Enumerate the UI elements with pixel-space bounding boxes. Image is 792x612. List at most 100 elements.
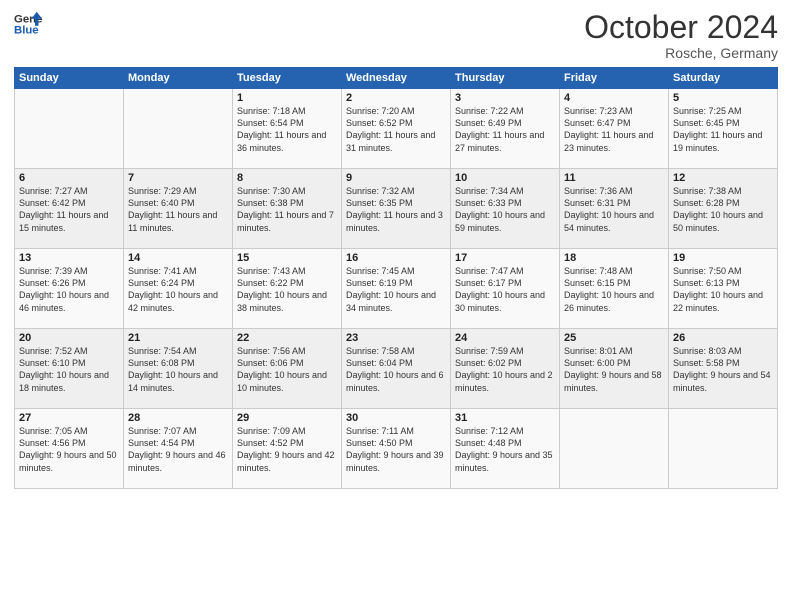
day-cell: 8Sunrise: 7:30 AM Sunset: 6:38 PM Daylig… xyxy=(233,169,342,249)
day-cell: 2Sunrise: 7:20 AM Sunset: 6:52 PM Daylig… xyxy=(342,89,451,169)
day-number: 4 xyxy=(564,92,664,104)
header: General Blue October 2024 Rosche, German… xyxy=(14,10,778,61)
day-cell: 28Sunrise: 7:07 AM Sunset: 4:54 PM Dayli… xyxy=(124,409,233,489)
day-number: 31 xyxy=(455,412,555,424)
day-cell: 9Sunrise: 7:32 AM Sunset: 6:35 PM Daylig… xyxy=(342,169,451,249)
week-row-1: 1Sunrise: 7:18 AM Sunset: 6:54 PM Daylig… xyxy=(15,89,778,169)
month-title: October 2024 xyxy=(584,10,778,45)
day-cell: 19Sunrise: 7:50 AM Sunset: 6:13 PM Dayli… xyxy=(669,249,778,329)
day-info: Sunrise: 7:34 AM Sunset: 6:33 PM Dayligh… xyxy=(455,185,555,234)
day-cell: 25Sunrise: 8:01 AM Sunset: 6:00 PM Dayli… xyxy=(560,329,669,409)
day-cell: 26Sunrise: 8:03 AM Sunset: 5:58 PM Dayli… xyxy=(669,329,778,409)
day-cell: 30Sunrise: 7:11 AM Sunset: 4:50 PM Dayli… xyxy=(342,409,451,489)
logo-icon: General Blue xyxy=(14,10,42,38)
day-number: 25 xyxy=(564,332,664,344)
day-info: Sunrise: 7:23 AM Sunset: 6:47 PM Dayligh… xyxy=(564,105,664,154)
day-info: Sunrise: 7:36 AM Sunset: 6:31 PM Dayligh… xyxy=(564,185,664,234)
day-info: Sunrise: 7:25 AM Sunset: 6:45 PM Dayligh… xyxy=(673,105,773,154)
day-number: 22 xyxy=(237,332,337,344)
day-cell: 24Sunrise: 7:59 AM Sunset: 6:02 PM Dayli… xyxy=(451,329,560,409)
day-cell: 20Sunrise: 7:52 AM Sunset: 6:10 PM Dayli… xyxy=(15,329,124,409)
day-number: 1 xyxy=(237,92,337,104)
day-info: Sunrise: 8:01 AM Sunset: 6:00 PM Dayligh… xyxy=(564,345,664,394)
day-number: 18 xyxy=(564,252,664,264)
day-info: Sunrise: 7:05 AM Sunset: 4:56 PM Dayligh… xyxy=(19,425,119,474)
week-row-2: 6Sunrise: 7:27 AM Sunset: 6:42 PM Daylig… xyxy=(15,169,778,249)
location-subtitle: Rosche, Germany xyxy=(584,45,778,61)
day-cell: 14Sunrise: 7:41 AM Sunset: 6:24 PM Dayli… xyxy=(124,249,233,329)
day-cell xyxy=(124,89,233,169)
day-number: 24 xyxy=(455,332,555,344)
logo: General Blue xyxy=(14,10,42,38)
day-cell: 15Sunrise: 7:43 AM Sunset: 6:22 PM Dayli… xyxy=(233,249,342,329)
day-info: Sunrise: 7:22 AM Sunset: 6:49 PM Dayligh… xyxy=(455,105,555,154)
day-info: Sunrise: 7:09 AM Sunset: 4:52 PM Dayligh… xyxy=(237,425,337,474)
day-cell: 21Sunrise: 7:54 AM Sunset: 6:08 PM Dayli… xyxy=(124,329,233,409)
day-info: Sunrise: 7:52 AM Sunset: 6:10 PM Dayligh… xyxy=(19,345,119,394)
day-info: Sunrise: 7:56 AM Sunset: 6:06 PM Dayligh… xyxy=(237,345,337,394)
day-number: 23 xyxy=(346,332,446,344)
day-number: 26 xyxy=(673,332,773,344)
day-header-thursday: Thursday xyxy=(451,68,560,89)
day-cell xyxy=(560,409,669,489)
day-info: Sunrise: 8:03 AM Sunset: 5:58 PM Dayligh… xyxy=(673,345,773,394)
day-info: Sunrise: 7:18 AM Sunset: 6:54 PM Dayligh… xyxy=(237,105,337,154)
day-cell: 29Sunrise: 7:09 AM Sunset: 4:52 PM Dayli… xyxy=(233,409,342,489)
day-header-wednesday: Wednesday xyxy=(342,68,451,89)
calendar-table: SundayMondayTuesdayWednesdayThursdayFrid… xyxy=(14,67,778,489)
day-cell: 3Sunrise: 7:22 AM Sunset: 6:49 PM Daylig… xyxy=(451,89,560,169)
day-info: Sunrise: 7:43 AM Sunset: 6:22 PM Dayligh… xyxy=(237,265,337,314)
day-cell: 11Sunrise: 7:36 AM Sunset: 6:31 PM Dayli… xyxy=(560,169,669,249)
day-number: 2 xyxy=(346,92,446,104)
day-cell: 27Sunrise: 7:05 AM Sunset: 4:56 PM Dayli… xyxy=(15,409,124,489)
day-info: Sunrise: 7:54 AM Sunset: 6:08 PM Dayligh… xyxy=(128,345,228,394)
day-number: 28 xyxy=(128,412,228,424)
header-row: SundayMondayTuesdayWednesdayThursdayFrid… xyxy=(15,68,778,89)
day-cell: 12Sunrise: 7:38 AM Sunset: 6:28 PM Dayli… xyxy=(669,169,778,249)
day-number: 9 xyxy=(346,172,446,184)
day-cell xyxy=(15,89,124,169)
day-cell: 17Sunrise: 7:47 AM Sunset: 6:17 PM Dayli… xyxy=(451,249,560,329)
day-number: 29 xyxy=(237,412,337,424)
day-header-monday: Monday xyxy=(124,68,233,89)
day-cell: 22Sunrise: 7:56 AM Sunset: 6:06 PM Dayli… xyxy=(233,329,342,409)
day-number: 21 xyxy=(128,332,228,344)
day-info: Sunrise: 7:47 AM Sunset: 6:17 PM Dayligh… xyxy=(455,265,555,314)
day-number: 20 xyxy=(19,332,119,344)
day-number: 15 xyxy=(237,252,337,264)
day-info: Sunrise: 7:41 AM Sunset: 6:24 PM Dayligh… xyxy=(128,265,228,314)
day-cell: 7Sunrise: 7:29 AM Sunset: 6:40 PM Daylig… xyxy=(124,169,233,249)
title-block: October 2024 Rosche, Germany xyxy=(584,10,778,61)
day-info: Sunrise: 7:12 AM Sunset: 4:48 PM Dayligh… xyxy=(455,425,555,474)
day-info: Sunrise: 7:30 AM Sunset: 6:38 PM Dayligh… xyxy=(237,185,337,234)
day-cell: 18Sunrise: 7:48 AM Sunset: 6:15 PM Dayli… xyxy=(560,249,669,329)
day-info: Sunrise: 7:38 AM Sunset: 6:28 PM Dayligh… xyxy=(673,185,773,234)
day-number: 12 xyxy=(673,172,773,184)
week-row-3: 13Sunrise: 7:39 AM Sunset: 6:26 PM Dayli… xyxy=(15,249,778,329)
day-info: Sunrise: 7:11 AM Sunset: 4:50 PM Dayligh… xyxy=(346,425,446,474)
day-cell: 6Sunrise: 7:27 AM Sunset: 6:42 PM Daylig… xyxy=(15,169,124,249)
day-info: Sunrise: 7:59 AM Sunset: 6:02 PM Dayligh… xyxy=(455,345,555,394)
day-info: Sunrise: 7:27 AM Sunset: 6:42 PM Dayligh… xyxy=(19,185,119,234)
page: General Blue October 2024 Rosche, German… xyxy=(0,0,792,612)
day-cell: 13Sunrise: 7:39 AM Sunset: 6:26 PM Dayli… xyxy=(15,249,124,329)
day-cell: 23Sunrise: 7:58 AM Sunset: 6:04 PM Dayli… xyxy=(342,329,451,409)
day-cell xyxy=(669,409,778,489)
day-number: 17 xyxy=(455,252,555,264)
day-info: Sunrise: 7:45 AM Sunset: 6:19 PM Dayligh… xyxy=(346,265,446,314)
day-number: 7 xyxy=(128,172,228,184)
day-info: Sunrise: 7:48 AM Sunset: 6:15 PM Dayligh… xyxy=(564,265,664,314)
day-cell: 1Sunrise: 7:18 AM Sunset: 6:54 PM Daylig… xyxy=(233,89,342,169)
day-cell: 16Sunrise: 7:45 AM Sunset: 6:19 PM Dayli… xyxy=(342,249,451,329)
day-cell: 10Sunrise: 7:34 AM Sunset: 6:33 PM Dayli… xyxy=(451,169,560,249)
day-info: Sunrise: 7:29 AM Sunset: 6:40 PM Dayligh… xyxy=(128,185,228,234)
day-header-tuesday: Tuesday xyxy=(233,68,342,89)
day-header-friday: Friday xyxy=(560,68,669,89)
day-info: Sunrise: 7:58 AM Sunset: 6:04 PM Dayligh… xyxy=(346,345,446,394)
day-cell: 5Sunrise: 7:25 AM Sunset: 6:45 PM Daylig… xyxy=(669,89,778,169)
day-number: 13 xyxy=(19,252,119,264)
day-info: Sunrise: 7:32 AM Sunset: 6:35 PM Dayligh… xyxy=(346,185,446,234)
day-number: 27 xyxy=(19,412,119,424)
day-cell: 4Sunrise: 7:23 AM Sunset: 6:47 PM Daylig… xyxy=(560,89,669,169)
day-number: 19 xyxy=(673,252,773,264)
